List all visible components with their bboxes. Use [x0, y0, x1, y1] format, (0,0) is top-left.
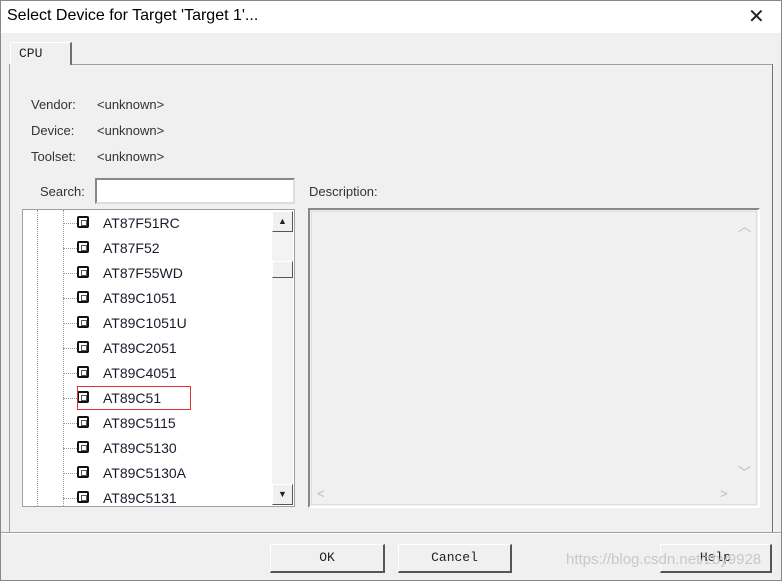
tree-connector: [63, 398, 77, 399]
selection-highlight: [77, 386, 191, 410]
chip-icon: [77, 366, 89, 378]
chip-icon: [77, 241, 89, 253]
watermark: https://blog.csdn.net/zby9928: [566, 551, 762, 568]
tree-connector: [63, 448, 77, 449]
device-item[interactable]: AT89C5115: [23, 411, 273, 436]
description-content[interactable]: [311, 211, 757, 505]
tree-connector: [63, 423, 77, 424]
chip-icon: [77, 316, 89, 328]
ok-button[interactable]: OK: [270, 544, 385, 573]
close-icon[interactable]: ✕: [748, 4, 765, 29]
device-item[interactable]: AT89C5130A: [23, 461, 273, 486]
device-name: AT87F51RC: [103, 215, 180, 231]
device-name: AT89C5131: [103, 490, 177, 506]
scroll-down-button[interactable]: ▼: [272, 484, 293, 505]
window-title: Select Device for Target 'Target 1'...: [7, 7, 259, 24]
device-name: AT89C1051U: [103, 315, 187, 331]
device-item[interactable]: AT89C2051: [23, 336, 273, 361]
scroll-up-button[interactable]: ▲: [272, 211, 293, 232]
device-label: Device:: [31, 123, 75, 138]
cancel-button[interactable]: Cancel: [398, 544, 512, 573]
vendor-value: <unknown>: [97, 97, 165, 112]
tree-connector: [63, 223, 77, 224]
chip-icon: [77, 416, 89, 428]
chevron-down-icon[interactable]: ﹀: [738, 462, 751, 481]
device-tree[interactable]: AT87F51RC AT87F52 AT87F55WD AT89C1051 AT89C1…: [22, 209, 295, 507]
chip-icon: [77, 291, 89, 303]
chip-icon: [77, 266, 89, 278]
device-name: AT89C1051: [103, 290, 177, 306]
device-item[interactable]: AT89C5130: [23, 436, 273, 461]
device-name: AT89C4051: [103, 365, 177, 381]
tree-connector: [63, 248, 77, 249]
chevron-left-icon[interactable]: <: [317, 486, 325, 501]
chip-icon: [77, 466, 89, 478]
tree-connector: [63, 473, 77, 474]
chevron-right-icon[interactable]: >: [720, 486, 728, 501]
chip-icon: [77, 341, 89, 353]
device-name: AT87F52: [103, 240, 160, 256]
tree-connector: [63, 348, 77, 349]
divider: [0, 532, 782, 534]
tree-connector: [63, 498, 77, 499]
search-label: Search:: [40, 184, 85, 199]
device-item[interactable]: AT87F52: [23, 236, 273, 261]
device-name: AT89C5130: [103, 440, 177, 456]
device-item[interactable]: AT87F55WD: [23, 261, 273, 286]
device-name: AT87F55WD: [103, 265, 183, 281]
device-item[interactable]: AT89C4051: [23, 361, 273, 386]
tab-cpu[interactable]: CPU: [10, 42, 72, 65]
device-item[interactable]: AT89C1051: [23, 286, 273, 311]
device-name: AT89C5115: [103, 415, 176, 431]
chip-icon: [77, 491, 89, 503]
tree-connector: [63, 323, 77, 324]
device-item[interactable]: AT87F51RC: [23, 211, 273, 236]
tree-connector: [63, 273, 77, 274]
device-item[interactable]: AT89C1051U: [23, 311, 273, 336]
device-value: <unknown>: [97, 123, 165, 138]
scroll-thumb[interactable]: [272, 261, 293, 278]
chevron-up-icon[interactable]: ︿: [738, 216, 751, 235]
vertical-scrollbar[interactable]: ▲ ▼: [272, 211, 293, 505]
tree-connector: [63, 298, 77, 299]
device-name: AT89C5130A: [103, 465, 187, 481]
vendor-label: Vendor:: [31, 97, 76, 112]
search-input[interactable]: [95, 178, 295, 204]
tree-connector: [63, 373, 77, 374]
chip-icon: [77, 216, 89, 228]
device-item[interactable]: AT89C5131: [23, 486, 273, 506]
toolset-value: <unknown>: [97, 149, 165, 164]
chip-icon: [77, 441, 89, 453]
device-name: AT89C2051: [103, 340, 177, 356]
description-label: Description:: [309, 184, 378, 199]
toolset-label: Toolset:: [31, 149, 76, 164]
